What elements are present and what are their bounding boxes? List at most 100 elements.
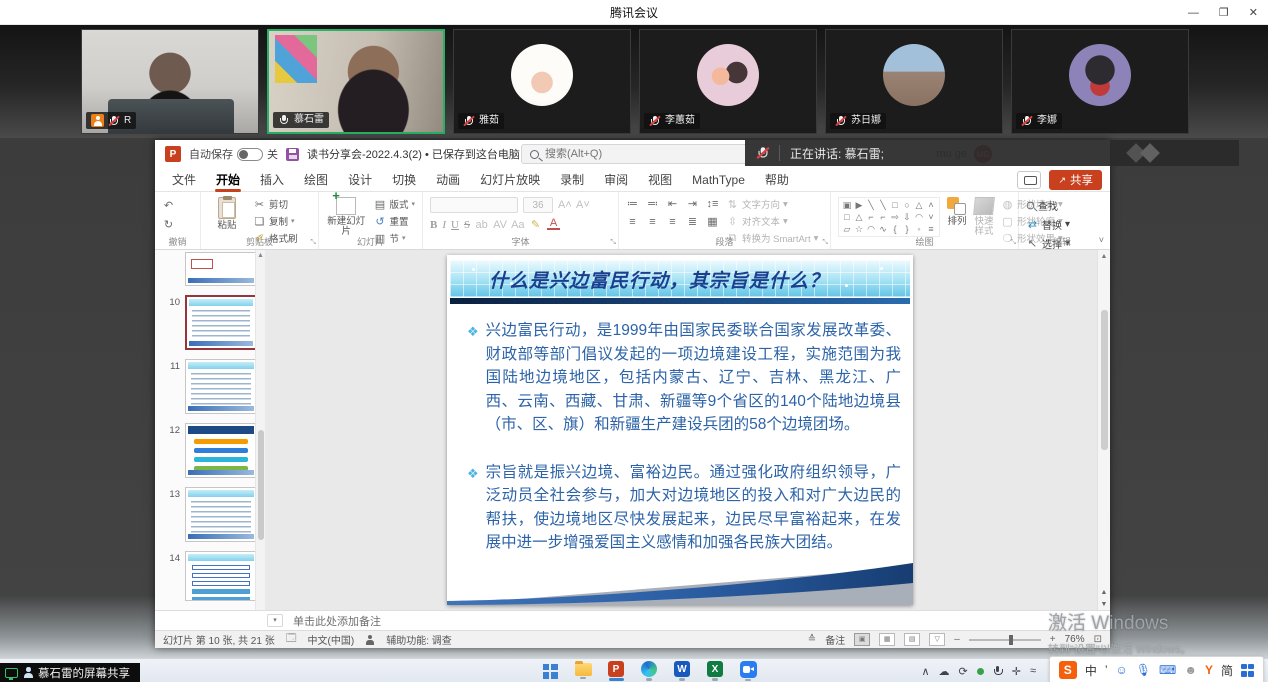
tab-insert[interactable]: 插入	[251, 168, 293, 191]
tencent-meeting-button[interactable]	[736, 661, 760, 682]
slide-thumbnail-13[interactable]: 13	[167, 487, 265, 542]
paragraph-dialog-launcher-icon[interactable]: ⤡	[822, 239, 828, 247]
reading-view-icon[interactable]: ▤	[904, 633, 920, 646]
canvas-scrollbar[interactable]: ▲ ▲ ▼	[1097, 250, 1110, 610]
collapse-ribbon-icon[interactable]: ˅	[1099, 235, 1104, 245]
reset-button[interactable]: ↺重置	[373, 214, 415, 228]
punctuation-icon[interactable]: ’	[1105, 663, 1108, 677]
align-text-button[interactable]: ⇳对齐文本 ▾	[726, 214, 818, 228]
text-shadow-icon[interactable]: ab	[475, 219, 488, 231]
highlight-color-icon[interactable]: ✎	[529, 218, 542, 231]
autosave-toggle[interactable]	[237, 148, 263, 161]
strikethrough-icon[interactable]: S	[464, 219, 470, 231]
powerpoint-button[interactable]: P	[604, 661, 628, 681]
input-crosshair-icon[interactable]: ✛	[1012, 665, 1021, 678]
arrange-button[interactable]: 排列	[947, 197, 967, 227]
next-slide-icon[interactable]: ▼	[1101, 601, 1108, 608]
slide-thumbnail-10[interactable]: 10	[167, 295, 265, 350]
align-center-icon[interactable]: ≡	[646, 216, 659, 228]
bold-icon[interactable]: B	[430, 219, 437, 231]
simplified-chinese-icon[interactable]: 简	[1221, 662, 1233, 679]
tab-animations[interactable]: 动画	[427, 168, 469, 191]
file-explorer-button[interactable]	[571, 663, 595, 680]
undo-icon[interactable]: ↶	[162, 199, 175, 212]
restore-icon[interactable]: ❐	[1219, 6, 1229, 19]
bullets-icon[interactable]: ≔	[626, 197, 639, 210]
autosave-control[interactable]: 自动保存 关	[189, 146, 278, 162]
redo-icon[interactable]: ↻	[162, 218, 175, 231]
sogou-logo-icon[interactable]: S	[1059, 661, 1077, 679]
normal-view-icon[interactable]: ▣	[854, 633, 870, 646]
scrollbar-thumb[interactable]	[258, 430, 264, 540]
participant-tile[interactable]: 苏日娜	[825, 29, 1003, 134]
thumbnail-scrollbar[interactable]: ▲	[255, 250, 265, 610]
search-input[interactable]	[545, 148, 725, 160]
account-person-icon[interactable]: ☻	[1184, 663, 1197, 677]
sogou-grid-icon[interactable]	[1241, 664, 1254, 677]
notes-toggle-icon[interactable]: ≙	[808, 634, 816, 645]
scroll-up-icon[interactable]: ▲	[256, 250, 265, 262]
underline-icon[interactable]: U	[451, 219, 459, 231]
tab-draw[interactable]: 绘图	[295, 168, 337, 191]
network-icon[interactable]: ≈	[1030, 665, 1036, 677]
scroll-up-icon[interactable]: ▲	[1098, 250, 1110, 263]
font-color-icon[interactable]: A	[547, 219, 560, 230]
tab-mathtype[interactable]: MathType	[683, 170, 754, 190]
minimize-icon[interactable]: —	[1188, 7, 1199, 19]
slide-title[interactable]: 什么是兴边富民行动，其宗旨是什么？	[489, 266, 829, 293]
notes-toggle-label[interactable]: 备注	[825, 632, 845, 647]
participant-tile[interactable]: 李娜	[1011, 29, 1189, 134]
sync-icon[interactable]: ⟳	[959, 665, 968, 678]
shrink-font-icon[interactable]: A˅	[576, 199, 589, 211]
save-icon[interactable]	[286, 148, 299, 161]
slide-thumbnail-11[interactable]: 11	[167, 359, 265, 414]
replace-button[interactable]: ⇄替换 ▾	[1026, 217, 1070, 232]
participant-tile[interactable]: 雅茹	[453, 29, 631, 134]
italic-icon[interactable]: I	[442, 219, 446, 231]
previous-slide-icon[interactable]: ▲	[1101, 589, 1108, 596]
tab-record[interactable]: 录制	[551, 168, 593, 191]
tab-help[interactable]: 帮助	[756, 168, 798, 191]
zoom-slider[interactable]	[969, 639, 1041, 641]
slide-thumbnail-14[interactable]: 14	[167, 551, 265, 601]
numbering-icon[interactable]: ≕	[646, 197, 659, 210]
screen-share-pill[interactable]: 慕石雷的屏幕共享	[0, 663, 140, 682]
find-button[interactable]: 查找	[1026, 198, 1070, 213]
justify-icon[interactable]: ≣	[686, 215, 699, 228]
slide-body[interactable]: ❖ 兴边富民行动，是1999年由国家民委联合国家发展改革委、财政部等部门倡议发起…	[467, 319, 901, 579]
decrease-indent-icon[interactable]: ⇤	[666, 197, 679, 210]
tab-file[interactable]: 文件	[163, 168, 205, 191]
scrollbar-thumb[interactable]	[1101, 310, 1108, 450]
status-dot-icon[interactable]	[977, 668, 984, 675]
accessibility-status[interactable]: 辅助功能: 调查	[386, 632, 452, 647]
zoom-out-icon[interactable]: –	[954, 634, 960, 645]
document-title[interactable]: 读书分享会-2022.4.3(2) • 已保存到这台电脑	[307, 146, 520, 162]
slide-thumbnail-12[interactable]: 12	[167, 423, 265, 478]
emoji-icon[interactable]: ☺	[1116, 663, 1128, 677]
participant-tile[interactable]: 李蕙茹	[639, 29, 817, 134]
slide[interactable]: 什么是兴边富民行动，其宗旨是什么？ ❖ 兴边富民行动，是1999年由国家民委联合…	[447, 255, 913, 605]
tray-mic-icon[interactable]	[993, 665, 1003, 677]
tab-home[interactable]: 开始	[207, 168, 249, 191]
excel-button[interactable]: X	[703, 661, 727, 681]
layout-button[interactable]: ▤版式 ▾	[373, 197, 415, 211]
shapes-gallery[interactable]: ▣▶╲╲□○△˄ □△⌐⌐⇨⇩◠˅ ▱☆◠∿{}◦≡	[838, 197, 940, 237]
zoom-slider-knob[interactable]	[1009, 635, 1013, 645]
cut-button[interactable]: ✂剪切	[253, 197, 298, 211]
participant-tile[interactable]: R	[81, 29, 259, 134]
increase-indent-icon[interactable]: ⇥	[686, 197, 699, 210]
align-left-icon[interactable]: ≡	[626, 216, 639, 228]
input-mode-chinese[interactable]: 中	[1085, 662, 1097, 679]
comments-icon[interactable]	[1017, 171, 1041, 189]
grow-font-icon[interactable]: A˄	[558, 199, 571, 211]
tray-expand-icon[interactable]: ∧	[921, 665, 929, 678]
toolbox-icon[interactable]: Y	[1205, 663, 1213, 677]
tab-view[interactable]: 视图	[639, 168, 681, 191]
soft-keyboard-icon[interactable]: ⌨	[1159, 663, 1176, 677]
notes-pane[interactable]: ▾ 单击此处添加备注	[155, 610, 1110, 630]
share-button[interactable]: ↗ 共享	[1049, 170, 1102, 190]
voice-input-icon[interactable]: 🎙	[1136, 663, 1151, 677]
slide-sorter-view-icon[interactable]: ▦	[879, 633, 895, 646]
notes-collapse-icon[interactable]: ▾	[267, 614, 283, 627]
start-button[interactable]	[538, 664, 562, 679]
